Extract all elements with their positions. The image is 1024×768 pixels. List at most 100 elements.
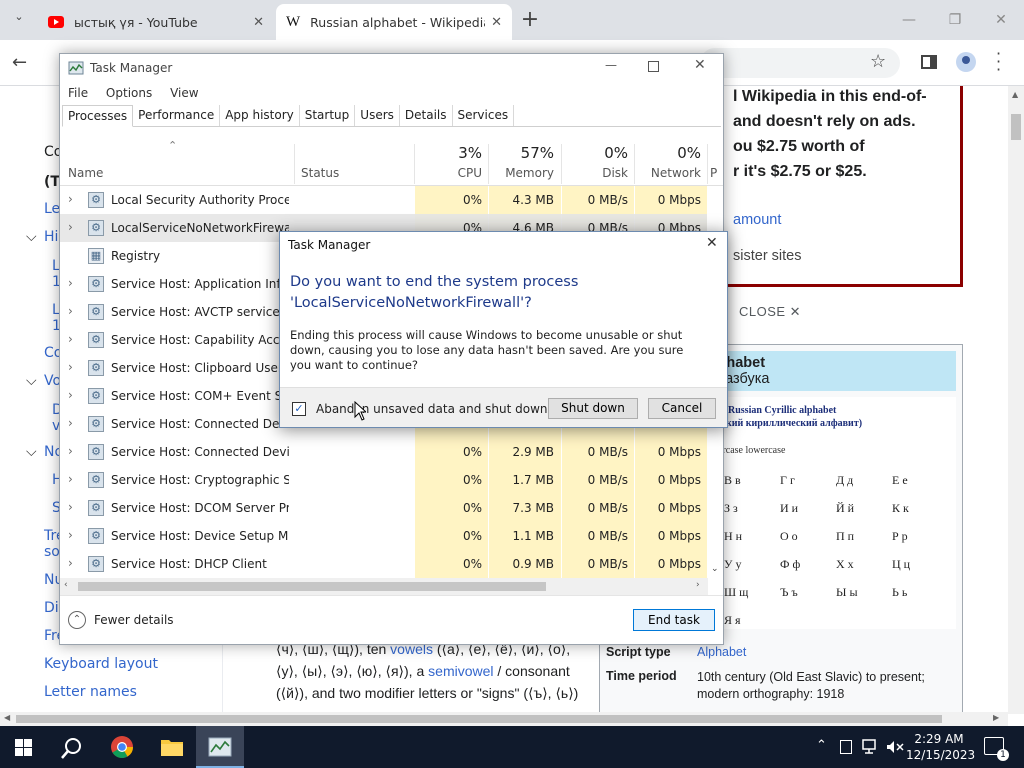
- expand-chevron-icon[interactable]: ›: [68, 332, 73, 346]
- scrollbar-thumb[interactable]: [78, 582, 546, 591]
- taskbar-active-app[interactable]: [196, 726, 244, 768]
- expand-chevron-icon[interactable]: ›: [68, 416, 73, 430]
- sidebar-item[interactable]: Le: [44, 201, 60, 217]
- tab-processes[interactable]: Processes: [62, 105, 134, 127]
- file-explorer-icon[interactable]: [160, 737, 184, 757]
- search-icon[interactable]: [60, 736, 84, 760]
- infobox-image-subtitle: кий кириллический алфавит): [726, 418, 863, 429]
- clock[interactable]: 2:29 AM 12/15/2023: [906, 731, 975, 763]
- expand-chevron-icon[interactable]: ›: [68, 500, 73, 514]
- expand-chevron-icon[interactable]: ›: [68, 528, 73, 542]
- scroll-down-arrow-icon[interactable]: ⌄: [711, 564, 719, 574]
- shutdown-checkbox[interactable]: ✓: [292, 402, 306, 416]
- expand-chevron-icon[interactable]: ›: [68, 220, 73, 234]
- chevron-down-icon[interactable]: ⌵: [26, 444, 37, 460]
- column-name[interactable]: Name: [68, 166, 103, 180]
- scroll-right-arrow-icon[interactable]: ›: [696, 580, 700, 590]
- column-status[interactable]: Status: [301, 166, 339, 180]
- sidebar-item-keyboard-layout[interactable]: Keyboard layout: [44, 656, 158, 672]
- column-memory[interactable]: Memory: [490, 166, 554, 180]
- tab-performance[interactable]: Performance: [133, 105, 221, 126]
- scroll-left-arrow-icon[interactable]: ‹: [64, 580, 68, 590]
- chrome-icon[interactable]: [110, 735, 134, 759]
- table-row[interactable]: › ⚙ Service Host: Cryptographic Ser... 0% 1.…: [60, 466, 708, 494]
- shutdown-button[interactable]: Shut down: [548, 398, 638, 419]
- network-icon[interactable]: [862, 739, 880, 755]
- menu-options[interactable]: Options: [106, 86, 152, 100]
- menu-view[interactable]: View: [170, 86, 198, 100]
- page-vertical-scrollbar[interactable]: ▲: [1008, 86, 1024, 714]
- semivowel-link[interactable]: semivowel: [428, 663, 493, 679]
- expand-chevron-icon[interactable]: ›: [68, 304, 73, 318]
- column-power[interactable]: P: [710, 166, 717, 180]
- script-type-link[interactable]: Alphabet: [697, 645, 746, 659]
- windows-start-icon[interactable]: [15, 739, 32, 756]
- table-row[interactable]: › ⚙ Service Host: Connected Device... 0% 2.9…: [60, 438, 708, 466]
- back-button[interactable]: ←: [12, 52, 27, 73]
- notifications-button[interactable]: 1: [984, 737, 1009, 761]
- dialog-close-icon[interactable]: ✕: [706, 235, 718, 251]
- bookmark-star-icon[interactable]: ☆: [870, 51, 886, 72]
- tab-startup[interactable]: Startup: [300, 105, 356, 126]
- checkbox-label[interactable]: Abandon unsaved data and shut down.: [316, 402, 551, 416]
- tab-wikipedia[interactable]: W Russian alphabet - Wikipedia ✕: [276, 4, 512, 40]
- expand-chevron-icon[interactable]: ›: [68, 556, 73, 570]
- scroll-right-arrow-icon[interactable]: ▶: [993, 713, 999, 722]
- expand-chevron-icon[interactable]: ›: [68, 472, 73, 486]
- sidebar-item-letter-names[interactable]: Letter names: [44, 684, 137, 700]
- task-manager-titlebar[interactable]: Task Manager — ✕: [60, 54, 723, 82]
- chevron-down-icon[interactable]: ⌵: [26, 373, 37, 389]
- maximize-icon[interactable]: [648, 61, 659, 72]
- new-tab-button[interactable]: +: [518, 7, 542, 32]
- table-row[interactable]: › ⚙ Service Host: DCOM Server Proc... 0% 7.3…: [60, 494, 708, 522]
- scrollbar-thumb[interactable]: [1011, 114, 1021, 140]
- tab-users[interactable]: Users: [355, 105, 400, 126]
- scroll-up-arrow-icon[interactable]: ▲: [1012, 90, 1018, 99]
- page-horizontal-scrollbar[interactable]: ◀ ▶: [0, 712, 1008, 726]
- chevron-down-icon[interactable]: ⌵: [26, 229, 37, 245]
- column-cpu[interactable]: CPU: [416, 166, 482, 180]
- show-hidden-icons-chevron-icon[interactable]: ⌃: [816, 738, 827, 753]
- expand-chevron-icon[interactable]: ›: [68, 388, 73, 402]
- infobox-image[interactable]: Russian Cyrillic alphabet кий кирилличес…: [718, 397, 956, 629]
- tablet-icon[interactable]: [840, 740, 852, 754]
- side-panel-icon[interactable]: [921, 55, 937, 69]
- end-task-button[interactable]: End task: [633, 609, 715, 631]
- tab-details[interactable]: Details: [400, 105, 453, 126]
- column-disk[interactable]: Disk: [563, 166, 628, 180]
- scroll-left-arrow-icon[interactable]: ◀: [4, 713, 10, 722]
- cancel-button[interactable]: Cancel: [648, 398, 716, 419]
- expand-chevron-icon[interactable]: ›: [68, 360, 73, 374]
- close-banner-button[interactable]: CLOSE ✕: [739, 304, 801, 320]
- profile-avatar[interactable]: [956, 52, 976, 72]
- tab-youtube[interactable]: ыстық үя - YouTube ✕: [38, 4, 274, 40]
- chrome-tab-bar: ⌄ ыстық үя - YouTube ✕ W Russian alphabe…: [0, 0, 1024, 40]
- column-network[interactable]: Network: [636, 166, 701, 180]
- volume-muted-icon[interactable]: [886, 740, 904, 754]
- close-icon[interactable]: ✕: [694, 57, 706, 73]
- expand-chevron-icon[interactable]: ›: [68, 444, 73, 458]
- menu-file[interactable]: File: [68, 86, 88, 100]
- expand-chevron-icon[interactable]: ›: [68, 192, 73, 206]
- sidebar-item[interactable]: (T: [44, 174, 60, 190]
- table-row[interactable]: › ⚙ Service Host: DHCP Client 0% 0.9 MB 0 MB/…: [60, 550, 708, 578]
- scrollbar-thumb[interactable]: [16, 715, 942, 723]
- task-manager-tabs: Processes Performance App history Startu…: [62, 105, 721, 127]
- sidebar-item[interactable]: so: [44, 544, 60, 560]
- tab-close-icon[interactable]: ✕: [253, 15, 264, 30]
- table-row[interactable]: › ⚙ Service Host: Device Setup Man... 0% 1.1…: [60, 522, 708, 550]
- minimize-button[interactable]: —: [886, 0, 932, 40]
- tab-app-history[interactable]: App history: [220, 105, 300, 126]
- donation-amount-link[interactable]: amount: [733, 212, 950, 228]
- table-row[interactable]: › ⚙ Local Security Authority Process... 0% 4…: [60, 186, 708, 214]
- tab-close-icon[interactable]: ✕: [491, 15, 502, 30]
- restore-button[interactable]: ❐: [932, 0, 978, 40]
- tab-search-button[interactable]: ⌄: [8, 10, 30, 30]
- list-horizontal-scrollbar[interactable]: ‹ ›: [60, 578, 708, 595]
- minimize-icon[interactable]: —: [605, 58, 617, 72]
- tab-services[interactable]: Services: [453, 105, 515, 126]
- chrome-menu-icon[interactable]: · · ·: [996, 46, 1001, 78]
- fewer-details-button[interactable]: ⌃ Fewer details: [68, 611, 174, 629]
- close-window-button[interactable]: ✕: [978, 0, 1024, 40]
- expand-chevron-icon[interactable]: ›: [68, 276, 73, 290]
